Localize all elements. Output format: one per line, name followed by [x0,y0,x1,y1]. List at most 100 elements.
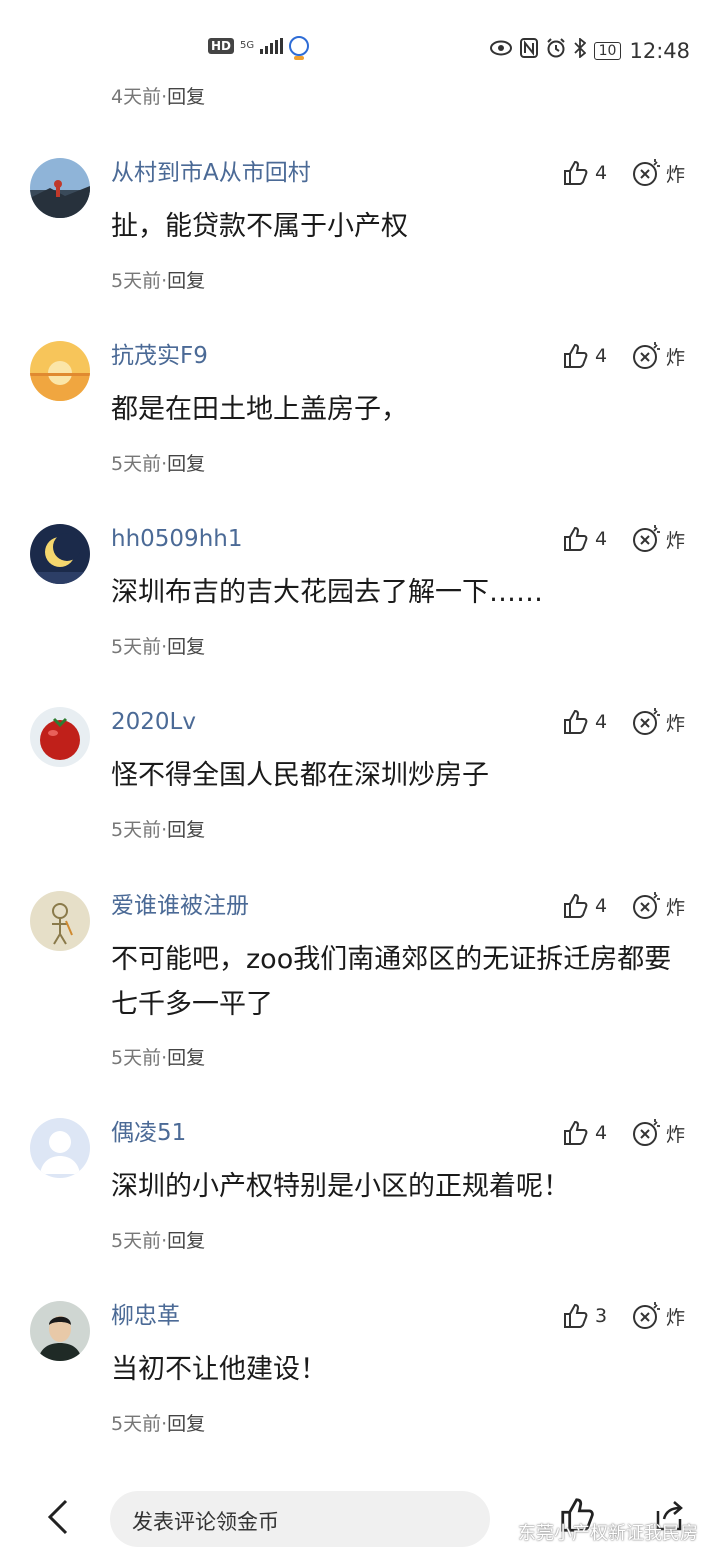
commenter-name[interactable]: hh0509hh1 [111,524,242,554]
comment-meta: 5天前·回复 [111,1047,206,1069]
bomb-label: 炸 [666,712,686,735]
watermark: 东莞小产权新证我民房 [490,1519,698,1545]
comment-meta: 5天前·回复 [111,636,206,658]
thumbs-up-icon [564,1303,588,1328]
commenter-name[interactable]: 2020Lv [111,707,196,737]
like-button[interactable]: 4 [563,160,607,186]
reply-link[interactable]: 回复 [167,1413,205,1435]
eye-icon [489,40,512,61]
like-count: 4 [595,895,608,917]
bluetooth-icon [574,37,586,63]
comment-meta: 5天前·回复 [111,1230,206,1252]
reply-link[interactable]: 回复 [167,819,205,841]
watermark-text: 东莞小产权新证我民房 [518,1523,698,1544]
comment-time: 5天前 [111,819,162,841]
commenter-name[interactable]: 柳忠革 [111,1301,180,1331]
like-button[interactable]: 3 [563,1303,607,1329]
bomb-label: 炸 [666,163,686,186]
status-right: 10 12:48 [489,37,690,63]
comment-meta: 5天前·回复 [111,1413,206,1435]
alarm-icon [546,38,566,63]
reply-link[interactable]: 回复 [167,636,205,658]
bottom-bar: 发表评论领金币 东莞小产权新证我民房 [0,1475,720,1560]
bomb-button[interactable]: 炸 [632,707,685,737]
bomb-label: 炸 [666,1306,686,1329]
like-button[interactable]: 4 [563,526,607,552]
comment-text: 当初不让他建设！ [111,1354,327,1385]
comment-text: 不可能吧，zoo我们南通郊区的无证拆迁房都要七千多一平了 [111,944,672,1020]
bomb-label: 炸 [666,896,686,919]
commenter-name[interactable]: 偶凌51 [111,1118,186,1148]
comment-input[interactable]: 发表评论领金币 [110,1491,490,1547]
signal-icon [260,38,284,54]
comment-text: 都是在田土地上盖房子， [111,394,408,425]
app-notification-icon [289,36,310,60]
comment-meta: 5天前·回复 [111,270,206,292]
like-count: 4 [595,162,608,184]
reply-link[interactable]: 回复 [167,1047,205,1069]
bomb-button[interactable]: 炸 [632,891,685,921]
reply-link[interactable]: 回复 [167,1230,205,1252]
thumbs-up-icon [564,160,588,185]
bomb-icon [633,892,660,919]
comment-time: 5天前 [111,453,162,475]
comment-text: 怪不得全国人民都在深圳炒房子 [111,760,489,791]
avatar[interactable] [30,891,90,951]
bomb-button[interactable]: 炸 [632,1118,685,1148]
avatar[interactable] [30,1301,90,1361]
wechat-icon [490,1523,511,1540]
like-count: 4 [595,528,608,550]
thumbs-up-icon [564,1120,588,1145]
comment-input-placeholder: 发表评论领金币 [132,1510,279,1534]
bomb-button[interactable]: 炸 [632,1301,685,1331]
commenter-name[interactable]: 爱谁谁被注册 [111,891,249,921]
reply-link[interactable]: 回复 [167,270,205,292]
bomb-button[interactable]: 炸 [632,524,685,554]
hd-icon: HD [208,38,235,54]
bomb-button[interactable]: 炸 [632,341,685,371]
avatar[interactable] [30,341,90,401]
comment-text: 深圳布吉的吉大花园去了解一下…… [111,577,543,608]
avatar[interactable] [30,707,90,767]
commenter-name[interactable]: 抗茂实F9 [111,341,208,371]
bomb-icon [633,159,660,186]
bomb-icon [633,708,660,735]
bomb-button[interactable]: 炸 [632,158,685,188]
back-arrow-icon[interactable] [42,1497,76,1537]
bomb-label: 炸 [666,1123,686,1146]
bomb-label: 炸 [666,346,686,369]
comment-meta: 5天前·回复 [111,453,206,475]
reply-link[interactable]: 回复 [167,86,205,108]
bomb-icon [633,1119,660,1146]
avatar[interactable] [30,524,90,584]
reply-link[interactable]: 回复 [167,453,205,475]
comment-meta: 5天前·回复 [111,819,206,841]
status-bar: HD 5G 10 12:48 [0,0,720,70]
bomb-icon [633,342,660,369]
avatar[interactable] [30,1118,90,1178]
comment-time: 5天前 [111,1413,162,1435]
avatar[interactable] [30,158,90,218]
bomb-icon [633,1302,660,1329]
like-count: 4 [595,1122,608,1144]
comment-time: 5天前 [111,1230,162,1252]
thumbs-up-icon [564,709,588,734]
comment-time: 4天前 [111,86,162,108]
comment-time: 5天前 [111,270,162,292]
like-count: 3 [595,1305,608,1327]
comment-text: 扯，能贷款不属于小产权 [111,211,408,242]
thumbs-up-icon [564,893,588,918]
bomb-icon [633,525,660,552]
like-count: 4 [595,711,608,733]
like-button[interactable]: 4 [563,893,607,919]
like-count: 4 [595,345,608,367]
commenter-name[interactable]: 从村到市A从市回村 [111,158,311,188]
like-button[interactable]: 4 [563,1120,607,1146]
comment-time: 5天前 [111,1047,162,1069]
bomb-label: 炸 [666,529,686,552]
like-button[interactable]: 4 [563,709,607,735]
like-button[interactable]: 4 [563,343,607,369]
status-left: HD 5G [208,36,310,60]
previous-comment-meta: 4天前·回复 [111,86,206,108]
thumbs-up-icon [564,526,588,551]
